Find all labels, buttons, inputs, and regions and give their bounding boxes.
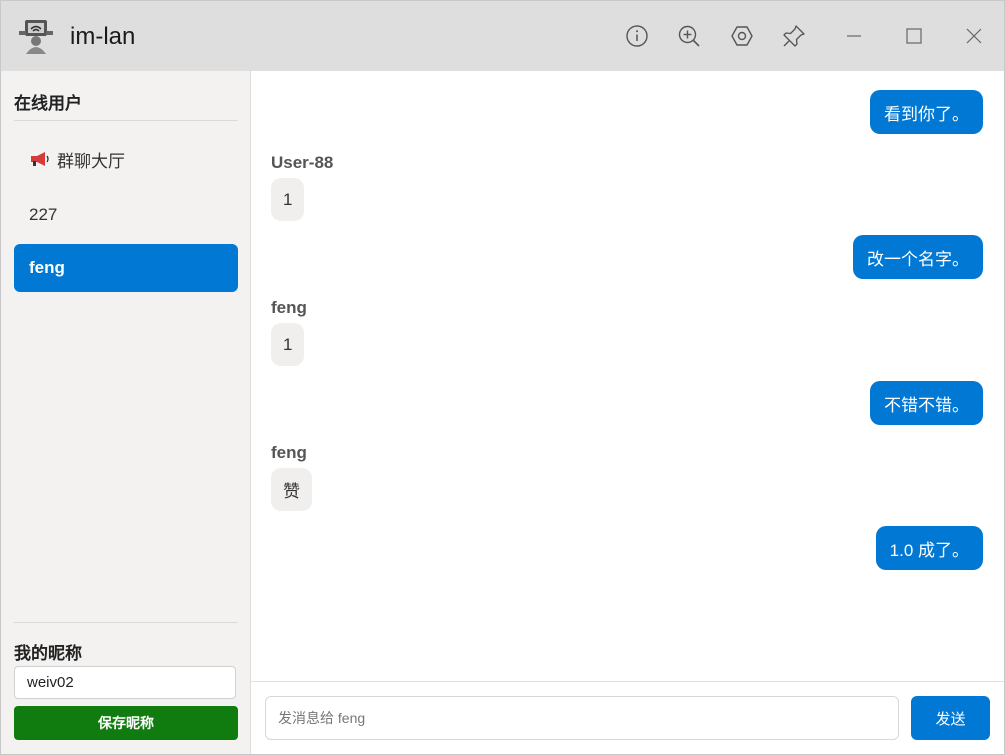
app-logo [19,20,53,54]
info-icon [626,25,648,47]
message-input[interactable] [265,696,899,740]
settings-button[interactable] [727,21,757,51]
minimize-button[interactable] [839,21,869,51]
sidebar-divider [14,622,238,623]
message-bubble-outgoing: 看到你了。 [870,90,983,134]
save-nickname-button[interactable]: 保存昵称 [14,706,238,740]
message-bubble-outgoing: 1.0 成了。 [875,526,983,570]
settings-hexagon-icon [731,26,753,46]
title-bar: im-lan [1,1,1004,71]
nickname-heading: 我的昵称 [14,644,82,663]
minimize-icon [847,35,861,37]
zoom-in-button[interactable] [674,21,704,51]
close-icon [966,28,982,44]
message-bubble-incoming: 1 [271,323,305,366]
sidebar-item-group-chat[interactable]: 群聊大厅 [14,135,238,183]
message-bubble-incoming: 1 [271,178,305,221]
info-button[interactable] [622,21,652,51]
maximize-button[interactable] [899,21,929,51]
message-bubble-outgoing: 不错不错。 [870,381,983,425]
zoom-in-icon [678,25,700,47]
close-button[interactable] [959,21,989,51]
sidebar-divider [14,120,238,121]
sidebar-item-label: 227 [29,205,58,224]
sidebar-item-feng[interactable]: feng [14,244,238,292]
message-bubble-incoming: 赞 [271,468,312,511]
app-window: im-lan 在线用户 群聊大厅 227 feng 我的昵称 weiv02 保存… [0,0,1005,755]
sidebar-item-227[interactable]: 227 [14,191,238,239]
sidebar-item-label: 群聊大厅 [57,151,125,171]
online-users-heading: 在线用户 [14,94,82,113]
send-button[interactable]: 发送 [911,696,990,740]
chat-message-area: 看到你了。 User-88 1 改一个名字。 feng 1 不错不错。 feng… [251,71,1004,681]
pin-icon [783,25,805,47]
pin-button[interactable] [779,21,809,51]
message-composer: 发送 [251,681,1004,754]
sidebar: 在线用户 群聊大厅 227 feng 我的昵称 保存昵称 [1,71,251,754]
message-bubble-outgoing: 改一个名字。 [853,235,983,279]
megaphone-icon [31,152,49,166]
app-title: im-lan [70,23,136,50]
message-sender-name: User-88 [271,153,334,172]
maximize-icon [906,28,922,44]
sidebar-item-label: feng [29,258,65,277]
message-sender-name: feng [271,443,307,462]
nickname-field[interactable] [14,666,236,699]
message-sender-name: feng [271,298,307,317]
